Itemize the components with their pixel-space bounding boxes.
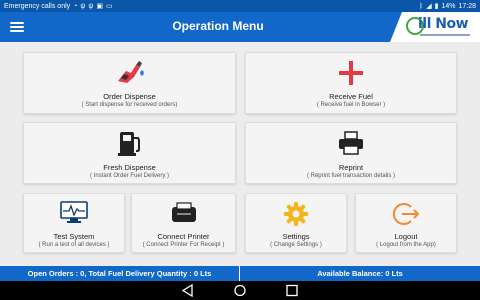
connect-printer-title: Connect Printer — [157, 232, 210, 241]
navigation-bar — [0, 281, 480, 300]
app-bar: Operation Menu ill Now — [0, 12, 480, 42]
receive-fuel-button[interactable]: Receive Fuel ( Receive fuel in Bowser ) — [245, 52, 457, 114]
summary-footer: Open Orders : 0, Total Fuel Delivery Qua… — [0, 266, 480, 281]
carrier-text: Emergency calls only — [4, 2, 71, 10]
home-icon[interactable] — [233, 284, 247, 297]
notification-icon: ▭ — [106, 2, 113, 10]
fresh-dispense-button[interactable]: Fresh Dispense ( Instant Order Fuel Deli… — [23, 122, 236, 184]
settings-subtitle: ( Change Settings ) — [270, 242, 322, 248]
monitor-pulse-icon — [60, 201, 88, 223]
open-orders-summary: Open Orders : 0, Total Fuel Delivery Qua… — [0, 266, 240, 281]
recent-apps-icon[interactable] — [285, 284, 299, 297]
test-system-subtitle: ( Run a test of all devices ) — [38, 242, 110, 248]
receive-fuel-title: Receive Fuel — [329, 92, 373, 101]
settings-button[interactable]: Settings ( Change Settings ) — [245, 193, 347, 253]
brand-logo: ill Now — [390, 12, 480, 42]
battery-percent: 14% — [441, 2, 456, 10]
bluetooth-icon: ᛒ — [419, 2, 424, 10]
test-system-button[interactable]: Test System ( Run a test of all devices … — [23, 193, 125, 253]
test-system-title: Test System — [53, 232, 95, 241]
signal-icon: ◢ — [426, 2, 432, 10]
page-title: Operation Menu — [172, 19, 264, 33]
connect-printer-subtitle: ( Connect Printer For Receipt ) — [142, 242, 225, 248]
settings-title: Settings — [282, 232, 310, 241]
order-dispense-subtitle: ( Start dispense for received orders) — [81, 102, 178, 108]
status-bar: Emergency calls only ◔ ψ ψ ▣ ▭ ᛒ ◢ ▮ 14%… — [0, 0, 480, 12]
receive-fuel-subtitle: ( Receive fuel in Bowser ) — [316, 102, 386, 108]
gear-icon — [284, 202, 308, 226]
logout-subtitle: ( Logout from the App) — [376, 242, 436, 248]
plus-icon — [339, 61, 363, 85]
logout-title: Logout — [394, 232, 418, 241]
order-dispense-button[interactable]: Order Dispense ( Start dispense for rece… — [23, 52, 236, 114]
fresh-dispense-subtitle: ( Instant Order Fuel Delivery ) — [89, 173, 170, 179]
logout-icon — [392, 203, 420, 225]
usb-icon: ψ — [88, 2, 94, 10]
printer-icon — [339, 131, 363, 155]
wifi-icon: ◔ — [73, 2, 78, 10]
reprint-button[interactable]: Reprint ( Reprint fuel transaction detai… — [245, 122, 457, 184]
reprint-subtitle: ( Reprint fuel transaction details ) — [306, 173, 396, 179]
battery-icon: ▮ — [434, 2, 439, 10]
clock: 17:28 — [458, 2, 476, 10]
receipt-printer-icon — [171, 202, 196, 222]
logo-text: ill Now — [418, 16, 469, 32]
connect-printer-button[interactable]: Connect Printer ( Connect Printer For Re… — [131, 193, 236, 253]
back-icon[interactable] — [181, 284, 195, 297]
reprint-title: Reprint — [338, 163, 364, 172]
fresh-dispense-title: Fresh Dispense — [103, 163, 156, 172]
fuel-pump-icon — [117, 132, 140, 156]
fuel-nozzle-icon — [117, 61, 144, 83]
usb-icon: ψ — [80, 2, 86, 10]
logout-button[interactable]: Logout ( Logout from the App) — [355, 193, 457, 253]
available-balance: Available Balance: 0 Lts — [317, 269, 403, 278]
image-icon: ▣ — [96, 2, 103, 10]
order-dispense-title: Order Dispense — [103, 92, 156, 101]
